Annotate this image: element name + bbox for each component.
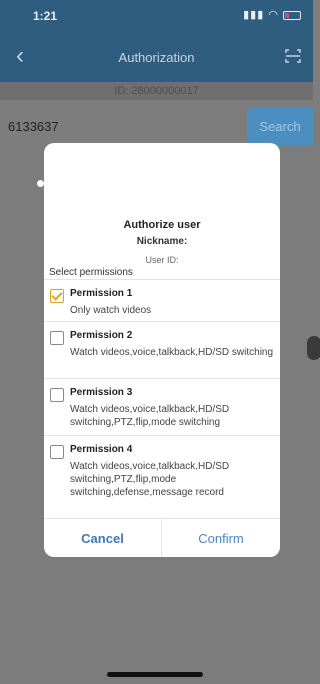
battery-icon xyxy=(283,10,301,20)
indicator-dot xyxy=(37,180,44,187)
authorize-dialog: Authorize user Nickname: User ID: Select… xyxy=(44,143,280,557)
cancel-button[interactable]: Cancel xyxy=(44,519,161,557)
permission-name: Permission 2 xyxy=(70,330,133,341)
permission-item-1[interactable]: Permission 1 Only watch videos xyxy=(44,279,280,321)
permission-item-3[interactable]: Permission 3 Watch videos,voice,talkback… xyxy=(44,378,280,435)
permission-description: Only watch videos xyxy=(70,305,152,316)
scan-icon[interactable] xyxy=(285,48,301,64)
checkbox-icon[interactable] xyxy=(50,331,64,345)
dialog-title: Authorize user xyxy=(123,219,201,231)
permission-name: Permission 4 xyxy=(70,444,133,455)
select-permissions-label: Select permissions xyxy=(49,267,133,278)
permission-name: Permission 1 xyxy=(70,288,133,299)
wifi-icon: ◠ xyxy=(268,9,279,21)
search-row: 6133637 Search xyxy=(0,104,313,148)
checkbox-checked-icon[interactable] xyxy=(50,289,64,303)
permission-description: Watch videos,voice,talkback,HD/SD switch… xyxy=(70,347,274,358)
floating-handle[interactable] xyxy=(307,336,320,360)
device-id: ID: 28000000017 xyxy=(114,85,199,97)
permission-description: Watch videos,voice,talkback,HD/SD switch… xyxy=(70,461,230,498)
search-input[interactable]: 6133637 xyxy=(8,119,59,134)
confirm-button[interactable]: Confirm xyxy=(162,519,280,557)
permission-item-2[interactable]: Permission 2 Watch videos,voice,talkback… xyxy=(44,321,280,378)
status-bar: 1:21 ▮▮▮ ◠ xyxy=(0,0,313,34)
permission-name: Permission 3 xyxy=(70,387,133,398)
permission-description: Watch videos,voice,talkback,HD/SD switch… xyxy=(70,404,230,428)
dialog-footer: Cancel Confirm xyxy=(44,518,280,557)
device-id-bar: ID: 28000000017 xyxy=(0,82,313,100)
signal-icon: ▮▮▮ xyxy=(243,9,265,21)
permission-item-4[interactable]: Permission 4 Watch videos,voice,talkback… xyxy=(44,435,280,500)
checkbox-icon[interactable] xyxy=(50,445,64,459)
nickname-label: Nickname: xyxy=(136,236,188,247)
page-title: Authorization xyxy=(118,50,195,65)
status-time: 1:21 xyxy=(33,9,58,23)
permission-list[interactable]: Permission 1 Only watch videos Permissio… xyxy=(44,279,280,500)
user-id-label: User ID: xyxy=(145,255,179,265)
checkbox-icon[interactable] xyxy=(50,388,64,402)
home-indicator xyxy=(107,672,203,677)
nav-bar: ‹ Authorization xyxy=(0,34,313,82)
status-icons: ▮▮▮ ◠ xyxy=(243,8,301,21)
search-button[interactable]: Search xyxy=(247,108,313,146)
